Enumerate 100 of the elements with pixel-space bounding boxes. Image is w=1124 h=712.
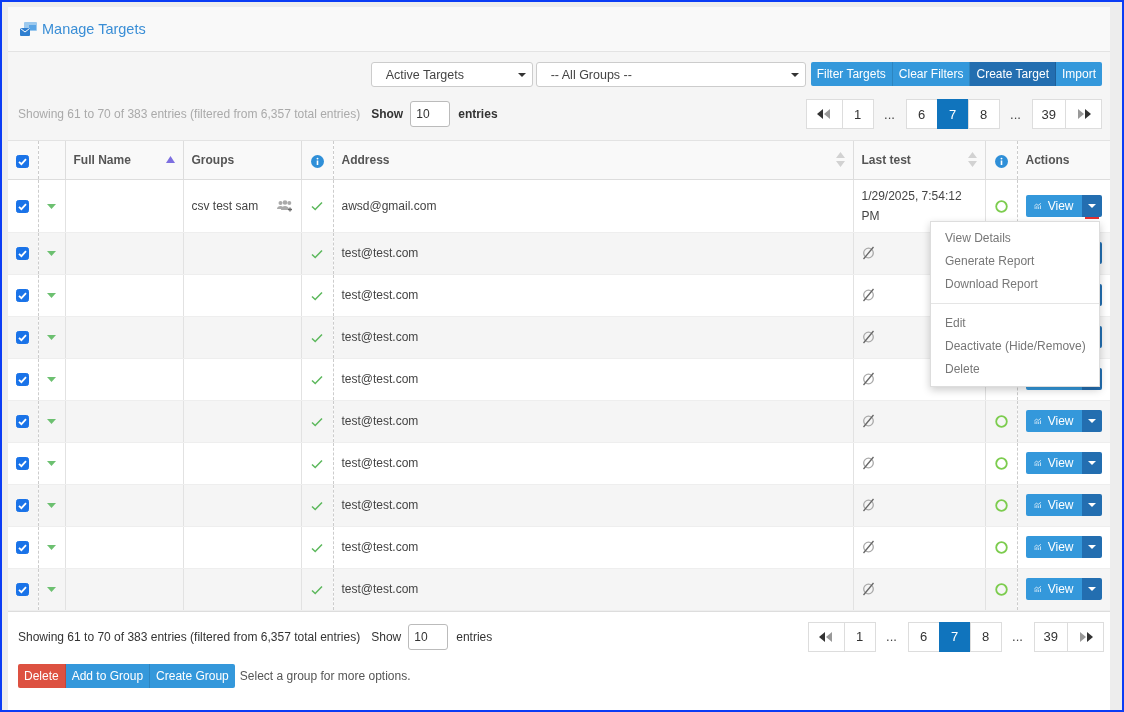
sort-ascending-icon[interactable] <box>165 155 175 164</box>
dropdown-toggle-button[interactable] <box>1081 410 1102 432</box>
bulk-action-button[interactable]: Delete <box>18 663 66 688</box>
page-button[interactable]: 7 <box>936 99 969 129</box>
add-group-icon[interactable] <box>276 199 293 212</box>
check-icon <box>311 416 323 427</box>
checkbox[interactable] <box>16 289 30 303</box>
page-button[interactable]: 6 <box>907 621 940 652</box>
page-button[interactable]: 8 <box>967 99 1000 129</box>
pagination-ellipsis: ... <box>1011 629 1024 644</box>
view-button[interactable]: View <box>1025 578 1082 600</box>
dropdown-toggle-button[interactable] <box>1081 452 1102 474</box>
page-button[interactable]: 39 <box>1033 621 1068 652</box>
table-cell: test@test.com <box>341 498 419 512</box>
toolbar-button[interactable]: Filter Targets <box>810 62 893 86</box>
empty-set-icon <box>861 372 875 387</box>
dropdown-toggle-button[interactable] <box>1081 494 1102 516</box>
chart-icon <box>1033 200 1041 211</box>
page-button[interactable]: 7 <box>938 621 971 652</box>
view-button[interactable]: View <box>1025 494 1082 516</box>
chart-icon <box>1033 584 1041 594</box>
table-cell: test@test.com <box>341 288 419 302</box>
table-cell: test@test.com <box>341 414 419 428</box>
view-button[interactable]: View <box>1025 452 1082 474</box>
double-arrow-left-icon <box>819 631 834 642</box>
dropdown-toggle-button[interactable] <box>1081 194 1102 217</box>
page-size-field[interactable]: 10 <box>410 101 451 127</box>
bulk-action-button[interactable]: Add to Group <box>65 663 151 688</box>
view-button[interactable]: View <box>1025 194 1082 217</box>
status-ring-icon <box>994 199 1008 213</box>
entries-summary: Showing 61 to 70 of 383 entries (filtered from 6,357 total entries) <box>18 107 361 121</box>
empty-set-icon <box>861 498 875 513</box>
table-cell: test@test.com <box>341 246 419 260</box>
status-ring-icon <box>994 457 1008 471</box>
dropdown-toggle-button[interactable] <box>1081 578 1102 600</box>
table-cell: test@test.com <box>341 456 419 470</box>
page-button[interactable]: 1 <box>843 621 876 652</box>
checkbox[interactable] <box>16 155 30 169</box>
toolbar-button[interactable]: Clear Filters <box>892 62 971 86</box>
checkbox[interactable] <box>16 331 30 345</box>
checkbox[interactable] <box>16 541 30 555</box>
checkbox[interactable] <box>16 583 30 597</box>
first-page-button[interactable] <box>805 99 843 129</box>
check-icon <box>311 458 323 469</box>
page-button[interactable]: 8 <box>969 621 1002 652</box>
page-size-field[interactable]: 10 <box>408 623 449 650</box>
checkbox[interactable] <box>16 415 30 429</box>
empty-set-icon <box>861 330 875 345</box>
menu-item[interactable]: Delete <box>931 358 1099 381</box>
table-cell: test@test.com <box>341 582 419 596</box>
status-select[interactable]: Active Targets <box>370 62 533 87</box>
view-button[interactable]: View <box>1025 536 1082 558</box>
column-header[interactable]: Groups <box>191 152 235 167</box>
chart-icon <box>1033 500 1041 510</box>
menu-item[interactable]: View Details <box>931 227 1099 250</box>
empty-set-icon <box>861 582 875 597</box>
menu-item[interactable]: Edit <box>931 312 1099 335</box>
caret-icon <box>1087 587 1096 591</box>
last-page-button[interactable] <box>1067 621 1104 652</box>
page-button[interactable]: 39 <box>1031 99 1066 129</box>
toolbar-button[interactable]: Create Target <box>970 62 1056 86</box>
caret-icon <box>1087 461 1096 465</box>
checkbox[interactable] <box>16 247 30 261</box>
column-header[interactable]: Full Name <box>73 152 131 167</box>
checkbox[interactable] <box>16 199 30 213</box>
caret-icon <box>1087 545 1096 549</box>
menu-item[interactable]: Download Report <box>931 273 1099 296</box>
first-page-button[interactable] <box>807 621 845 652</box>
checkbox[interactable] <box>16 373 30 387</box>
pagination-ellipsis: ... <box>885 629 898 644</box>
show-label: Show <box>371 107 404 121</box>
empty-set-icon <box>861 540 875 555</box>
last-page-button[interactable] <box>1065 99 1102 129</box>
bulk-action-button[interactable]: Create Group <box>150 663 235 688</box>
table-cell: test@test.com <box>341 330 419 344</box>
menu-item[interactable]: Deactivate (Hide/Remove) <box>931 335 1099 358</box>
double-arrow-right-icon <box>1078 631 1093 642</box>
check-icon <box>311 500 323 511</box>
menu-item[interactable]: Generate Report <box>931 250 1099 273</box>
caret-icon <box>1087 419 1096 423</box>
caret-icon <box>1087 503 1096 507</box>
page-title: Manage Targets <box>42 21 146 37</box>
toolbar-button[interactable]: Import <box>1056 62 1102 86</box>
chart-icon <box>1033 542 1041 552</box>
column-header[interactable]: Actions <box>1025 152 1070 167</box>
caret-icon <box>517 72 526 77</box>
group-select[interactable]: -- All Groups -- <box>535 62 806 87</box>
page-button[interactable]: 6 <box>905 99 938 129</box>
dropdown-toggle-button[interactable] <box>1081 536 1102 558</box>
checkbox[interactable] <box>16 499 30 513</box>
status-ring-icon <box>994 499 1008 513</box>
table-cell: test@test.com <box>341 540 419 554</box>
checkbox[interactable] <box>16 457 30 471</box>
page-button[interactable]: 1 <box>841 99 874 129</box>
double-arrow-left-icon <box>817 109 832 119</box>
column-header[interactable]: Last test <box>861 152 911 167</box>
view-button[interactable]: View <box>1025 410 1082 432</box>
pagination-ellipsis: ... <box>1009 106 1022 122</box>
column-header[interactable]: Address <box>341 152 390 167</box>
check-icon <box>311 542 323 553</box>
